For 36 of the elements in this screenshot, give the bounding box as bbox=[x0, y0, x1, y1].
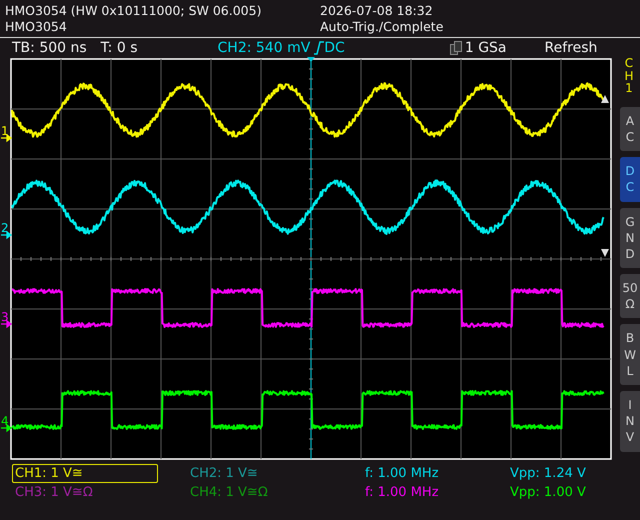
channel-indicator: CH1 bbox=[623, 57, 635, 95]
timebase-readout: TB: 500 ns bbox=[12, 40, 87, 56]
arrow-icon bbox=[0, 424, 12, 432]
coupling-button[interactable]: BWL bbox=[620, 324, 640, 386]
coupling-button[interactable]: GND bbox=[620, 208, 640, 268]
coupling-button[interactable]: INV bbox=[620, 391, 640, 452]
date-time: 2026-07-08 18:32 bbox=[320, 3, 434, 19]
device-title: HMO3054 (HW 0x10111000; SW 06.005) bbox=[5, 3, 262, 19]
trigger-source-readout: CH2: 540 mV bbox=[218, 40, 310, 56]
channel-marker: 4 bbox=[1, 414, 9, 428]
measurement-readout: Vpp: 1.00 V bbox=[509, 484, 587, 502]
trigger-time-readout: T: 0 s bbox=[100, 40, 138, 56]
arrow-icon bbox=[0, 320, 12, 328]
arrow-icon bbox=[0, 134, 12, 142]
coupling-button[interactable]: DC bbox=[620, 157, 640, 202]
channel-setting[interactable]: CH4: 1 V≅Ω bbox=[187, 483, 271, 502]
channel-setting[interactable]: CH1: 1 V≅ bbox=[12, 464, 158, 483]
trigger-coupling-readout: DC bbox=[324, 40, 345, 56]
channel-setting[interactable]: CH2: 1 V≅ bbox=[187, 464, 261, 483]
sample-rate-readout: 1 GSa bbox=[464, 40, 507, 56]
device-model: HMO3054 bbox=[5, 19, 68, 35]
rising-edge-icon bbox=[314, 40, 324, 54]
trigger-status: Auto-Trig./Complete bbox=[320, 19, 444, 35]
measurement-readout: Vpp: 1.24 V bbox=[509, 465, 587, 483]
measurement-readout: f: 1.00 MHz bbox=[364, 484, 440, 502]
arrow-icon bbox=[0, 231, 12, 239]
down-triangle-icon bbox=[601, 249, 609, 257]
coupling-button[interactable]: AC bbox=[620, 106, 640, 152]
channel-marker: 3 bbox=[1, 310, 9, 324]
up-triangle-icon bbox=[601, 95, 609, 103]
stacked-pages-icon bbox=[450, 40, 462, 54]
measurement-readout: f: 1.00 MHz bbox=[364, 465, 440, 483]
channel-marker: 1 bbox=[1, 124, 9, 138]
acquisition-mode: Refresh bbox=[544, 40, 598, 56]
channel-marker: 2 bbox=[1, 221, 9, 235]
coupling-button[interactable]: 50 Ω bbox=[620, 274, 640, 318]
